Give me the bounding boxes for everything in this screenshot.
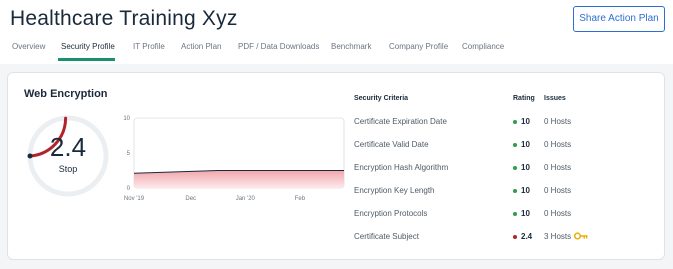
rating-value: 10 [521, 163, 530, 172]
rating-history-chart: 10 5 0 Nov '19 Dec Jan '20 Feb [123, 116, 345, 202]
criteria-link[interactable]: Certificate Subject [354, 232, 419, 241]
column-header-issues: Issues [544, 95, 566, 102]
rating-value: 2.4 [521, 232, 533, 241]
tab-benchmark[interactable]: Benchmark [331, 42, 371, 51]
issues-value: 0 Hosts [544, 117, 572, 126]
rating-value: 10 [521, 140, 530, 149]
issues-value: 3 Hosts [544, 232, 572, 241]
y-tick-label: 5 [127, 151, 131, 157]
column-header-rating: Rating [513, 95, 535, 102]
criteria-link[interactable]: Encryption Hash Algorithm [354, 163, 448, 172]
status-dot [513, 120, 517, 124]
tab-pdf-data-downloads[interactable]: PDF / Data Downloads [238, 42, 319, 51]
x-tick-label: Nov '19 [124, 196, 145, 202]
tab-it-profile[interactable]: IT Profile [133, 42, 165, 51]
y-tick-label: 10 [123, 116, 130, 122]
y-tick-label: 0 [127, 186, 131, 192]
tab-company-profile[interactable]: Company Profile [389, 42, 448, 51]
tab-bar: Overview Security Profile IT Profile Act… [0, 38, 673, 61]
page-title: Healthcare Training Xyz [10, 7, 238, 30]
tab-compliance[interactable]: Compliance [462, 42, 504, 51]
active-tab-indicator [58, 58, 115, 61]
gauge-value: 2.4 [49, 132, 87, 162]
rating-value: 10 [521, 117, 530, 126]
status-dot [513, 235, 517, 239]
key-icon[interactable] [574, 232, 588, 240]
issues-value: 0 Hosts [544, 163, 572, 172]
criteria-link[interactable]: Certificate Valid Date [354, 140, 429, 149]
x-tick-label: Feb [295, 196, 306, 202]
rating-value: 10 [521, 209, 530, 218]
issues-value: 0 Hosts [544, 209, 572, 218]
status-dot [513, 143, 517, 147]
gauge-label: Stop [58, 164, 78, 174]
status-dot [513, 166, 517, 170]
issues-value: 0 Hosts [544, 140, 572, 149]
card-title: Web Encryption [24, 88, 108, 100]
tab-action-plan[interactable]: Action Plan [181, 42, 221, 51]
series-area [134, 170, 344, 188]
tab-security-profile[interactable]: Security Profile [61, 42, 115, 51]
x-tick-label: Jan '20 [236, 196, 256, 202]
tab-overview[interactable]: Overview [12, 42, 45, 51]
criteria-link[interactable]: Encryption Protocols [354, 209, 427, 218]
criteria-link[interactable]: Certificate Expiration Date [354, 117, 447, 126]
rating-value: 10 [521, 186, 530, 195]
column-header-criteria: Security Criteria [354, 95, 409, 102]
issues-value: 0 Hosts [544, 186, 572, 195]
x-tick-label: Dec [185, 196, 196, 202]
status-dot [513, 212, 517, 216]
status-dot [513, 189, 517, 193]
share-action-plan-button[interactable]: Share Action Plan [573, 6, 665, 32]
criteria-link[interactable]: Encryption Key Length [354, 186, 435, 195]
